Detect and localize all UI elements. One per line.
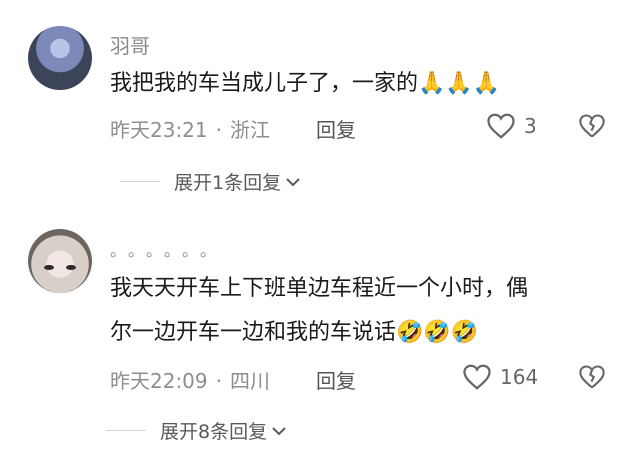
expand-replies-label: 展开1条回复 (174, 172, 282, 194)
comment-text-line2: 尔一边开车一边和我的车说话🤣🤣🤣 (110, 311, 630, 355)
broken-heart-icon (579, 114, 605, 138)
comment-text-line1: 我天天开车上下班单边车程近一个小时，偶 (110, 276, 529, 301)
avatar-face (44, 265, 76, 271)
chevron-down-icon (272, 426, 286, 435)
like-count: 3 (524, 114, 537, 138)
comment-meta: 昨天23:21 · 浙江 (110, 114, 270, 143)
reply-button[interactable]: 回复 (316, 365, 356, 394)
comment-text: 我天天开车上下班单边车程近一个小时，偶 尔一边开车一边和我的车说话🤣🤣🤣 (110, 267, 630, 355)
expand-replies[interactable]: 展开1条回复 (120, 168, 301, 195)
username[interactable]: 。。。。。。 (110, 237, 226, 261)
expand-replies-label: 展开8条回复 (160, 421, 268, 443)
comment-text-line2-text: 尔一边开车一边和我的车说话 (110, 320, 397, 345)
comment-item: 羽哥 我把我的车当成儿子了，一家的🙏🙏🙏 昨天23:21 · 浙江 回复 3 展开1… (0, 0, 640, 215)
expand-replies[interactable]: 展开8条回复 (106, 417, 287, 444)
pray-emoji-icon: 🙏🙏🙏 (418, 71, 501, 96)
meta-separator: · (215, 118, 222, 142)
avatar[interactable] (28, 26, 92, 90)
comment-item: 。。。。。。 我天天开车上下班单边车程近一个小时，偶 尔一边开车一边和我的车说话… (0, 215, 640, 459)
location: 浙江 (230, 118, 270, 142)
comment-text: 我把我的车当成儿子了，一家的🙏🙏🙏 (110, 62, 500, 106)
like-button[interactable]: 3 (486, 112, 537, 140)
divider-line (120, 181, 160, 182)
broken-heart-icon (579, 365, 605, 389)
divider-line (106, 430, 146, 431)
location: 四川 (230, 369, 270, 393)
comment-text-main: 我把我的车当成儿子了，一家的 (110, 71, 419, 96)
dislike-button[interactable] (578, 364, 606, 394)
comment-meta: 昨天22:09 · 四川 (110, 365, 270, 394)
like-count: 164 (500, 365, 539, 389)
avatar[interactable] (28, 229, 92, 293)
like-button[interactable]: 164 (462, 363, 538, 391)
timestamp: 昨天23:21 (110, 118, 208, 142)
laugh-emoji-icon: 🤣🤣🤣 (396, 320, 479, 345)
dislike-button[interactable] (578, 113, 606, 143)
reply-button[interactable]: 回复 (316, 114, 356, 143)
username[interactable]: 羽哥 (110, 30, 150, 59)
heart-icon (487, 113, 515, 139)
meta-separator: · (215, 369, 222, 393)
chevron-down-icon (286, 177, 300, 186)
heart-icon (463, 364, 491, 390)
timestamp: 昨天22:09 (110, 369, 208, 393)
